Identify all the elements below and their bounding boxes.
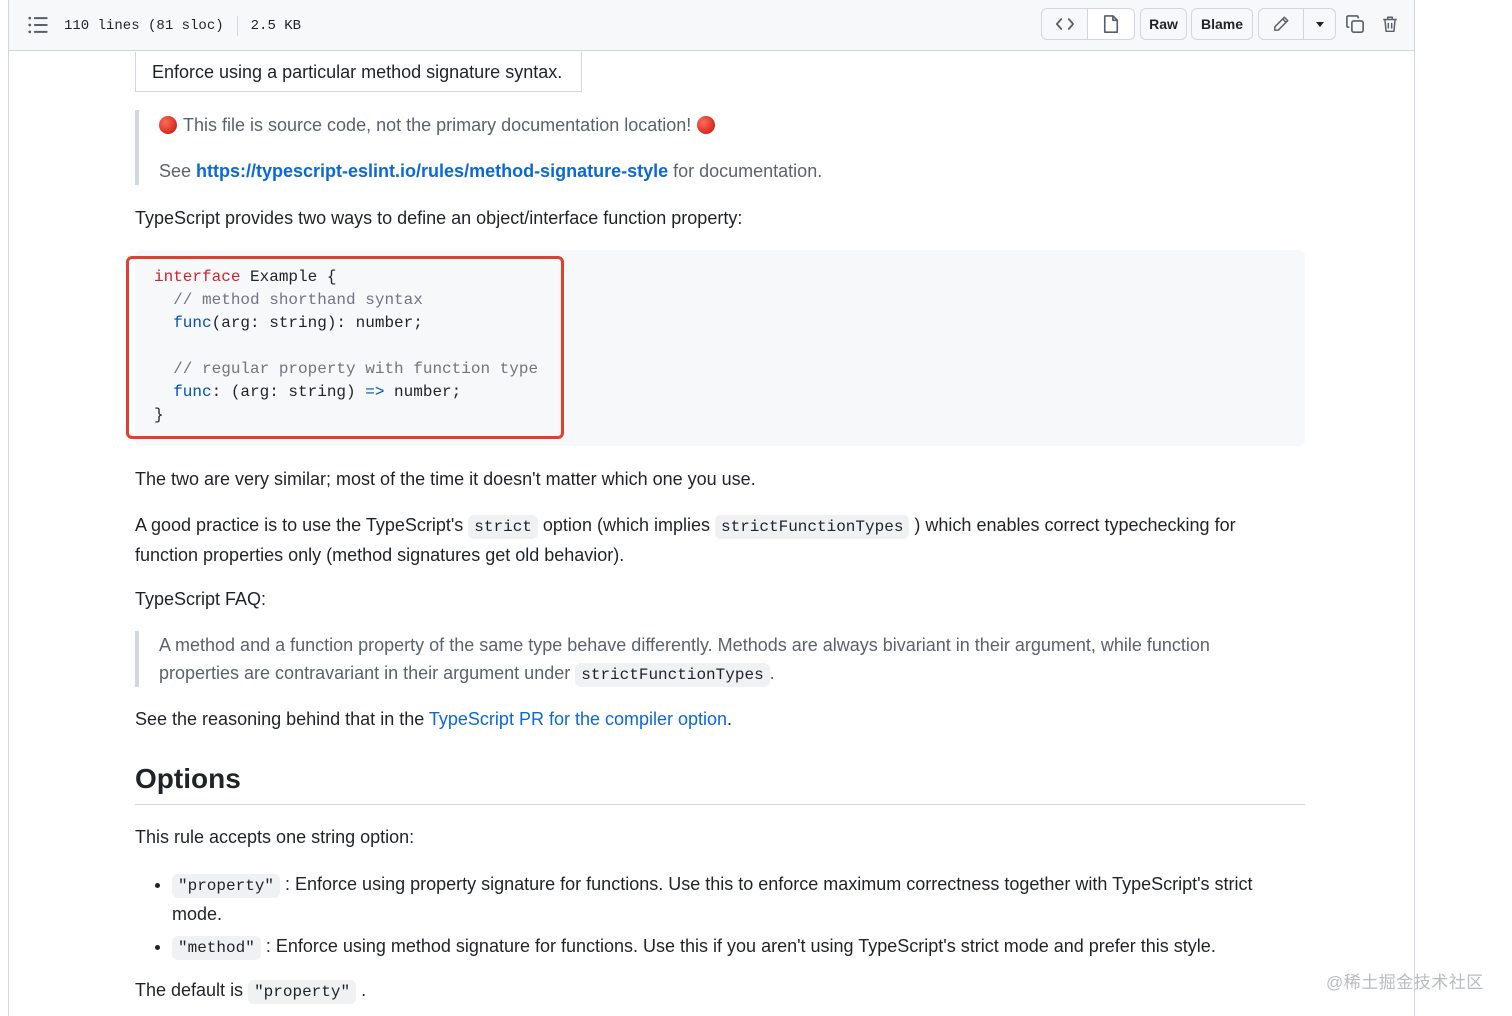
options-list: "property" : Enforce using property sign… — [135, 870, 1312, 966]
notice-text: This file is source code, not the primar… — [183, 115, 692, 135]
default-paragraph: The default is "property" . — [135, 976, 366, 1006]
see-prefix: See — [159, 161, 197, 181]
rule-summary: Enforce using a particular method signat… — [152, 61, 563, 82]
code-highlight-box — [126, 256, 564, 439]
intro-paragraph: TypeScript provides two ways to define a… — [135, 208, 743, 228]
default-prefix: The default is — [135, 980, 249, 1000]
blame-button[interactable]: Blame — [1191, 8, 1253, 40]
practice-text-2: option (which implies — [537, 515, 715, 535]
list-item: "method" : Enforce using method signatur… — [172, 932, 1312, 962]
preview-button[interactable] — [1087, 8, 1135, 40]
accepts-paragraph: This rule accepts one string option: — [135, 827, 415, 847]
copy-icon — [1346, 15, 1364, 33]
copy-button[interactable] — [1343, 12, 1367, 36]
edit-button[interactable] — [1258, 8, 1304, 40]
file-icon — [1103, 15, 1119, 33]
faq-label: TypeScript FAQ: — [135, 589, 267, 609]
faq-line-1: A method and a function property of the … — [159, 635, 1210, 655]
code-icon — [1055, 18, 1074, 30]
file-size: 2.5 KB — [250, 18, 302, 34]
edit-dropdown-button[interactable] — [1303, 8, 1336, 40]
view-toggle — [1041, 8, 1135, 40]
reason-prefix: See the reasoning behind that in the — [135, 709, 429, 729]
reason-suffix: . — [727, 709, 733, 729]
file-info: 110 lines (81 sloc) 2.5 KB — [64, 16, 301, 36]
inline-code-method: "method" — [172, 936, 261, 960]
inline-code-strict: strict — [468, 515, 538, 539]
pencil-icon — [1274, 16, 1289, 31]
faq-quote-text: A method and a function property of the … — [159, 631, 1210, 689]
similar-paragraph: The two are very similar; most of the ti… — [135, 469, 756, 489]
faq-line-2: properties are contravariant in their ar… — [159, 663, 576, 683]
faq-line-end: . — [769, 663, 775, 683]
rule-summary-cell: Enforce using a particular method signat… — [135, 52, 582, 92]
notice-line: This file is source code, not the primar… — [159, 111, 716, 139]
list-unordered-icon[interactable] — [27, 14, 49, 36]
inline-code-property: "property" — [172, 874, 281, 898]
file-toolbar: 110 lines (81 sloc) 2.5 KB Raw Blame — [9, 0, 1414, 51]
inline-code-strictfunctiontypes: strictFunctionTypes — [575, 663, 770, 687]
option-desc: : Enforce using method signature for fun… — [260, 936, 1216, 956]
stop-sign-icon — [159, 116, 177, 134]
code-view-button[interactable] — [1041, 8, 1088, 40]
default-suffix: . — [356, 980, 367, 1000]
trash-icon — [1383, 16, 1397, 33]
delete-button[interactable] — [1378, 12, 1402, 36]
reasoning-paragraph: See the reasoning behind that in the Typ… — [135, 705, 732, 733]
see-suffix: for documentation. — [668, 161, 823, 181]
practice-text-1: A good practice is to use the TypeScript… — [135, 515, 469, 535]
docs-link[interactable]: https://typescript-eslint.io/rules/metho… — [196, 161, 668, 181]
options-heading: Options — [135, 760, 1305, 805]
inline-code-strictfunctiontypes: strictFunctionTypes — [714, 515, 910, 539]
option-desc: : Enforce using property signature for f… — [280, 874, 1253, 894]
practice-paragraph: A good practice is to use the TypeScript… — [135, 511, 1236, 569]
inline-code-property: "property" — [248, 980, 357, 1004]
line-count: 110 lines (81 sloc) — [64, 18, 224, 34]
option-desc-cont: mode. — [172, 904, 223, 924]
file-view: 110 lines (81 sloc) 2.5 KB Raw Blame Enf… — [8, 0, 1415, 1016]
practice-text-4: function properties only (method signatu… — [135, 545, 625, 565]
triangle-down-icon — [1315, 22, 1324, 27]
watermark: @稀土掘金技术社区 — [1326, 973, 1484, 992]
practice-text-3: ) which enables correct typechecking for — [909, 515, 1236, 535]
see-docs-line: See https://typescript-eslint.io/rules/m… — [159, 157, 822, 185]
typescript-pr-link[interactable]: TypeScript PR for the compiler option — [429, 709, 727, 729]
list-item: "property" : Enforce using property sign… — [172, 870, 1312, 928]
raw-button[interactable]: Raw — [1140, 8, 1187, 40]
edit-group — [1258, 8, 1336, 40]
divider — [236, 16, 238, 36]
stop-sign-icon — [697, 116, 716, 134]
source-notice-quote: This file is source code, not the primar… — [135, 110, 822, 185]
faq-quote: A method and a function property of the … — [135, 631, 1210, 687]
